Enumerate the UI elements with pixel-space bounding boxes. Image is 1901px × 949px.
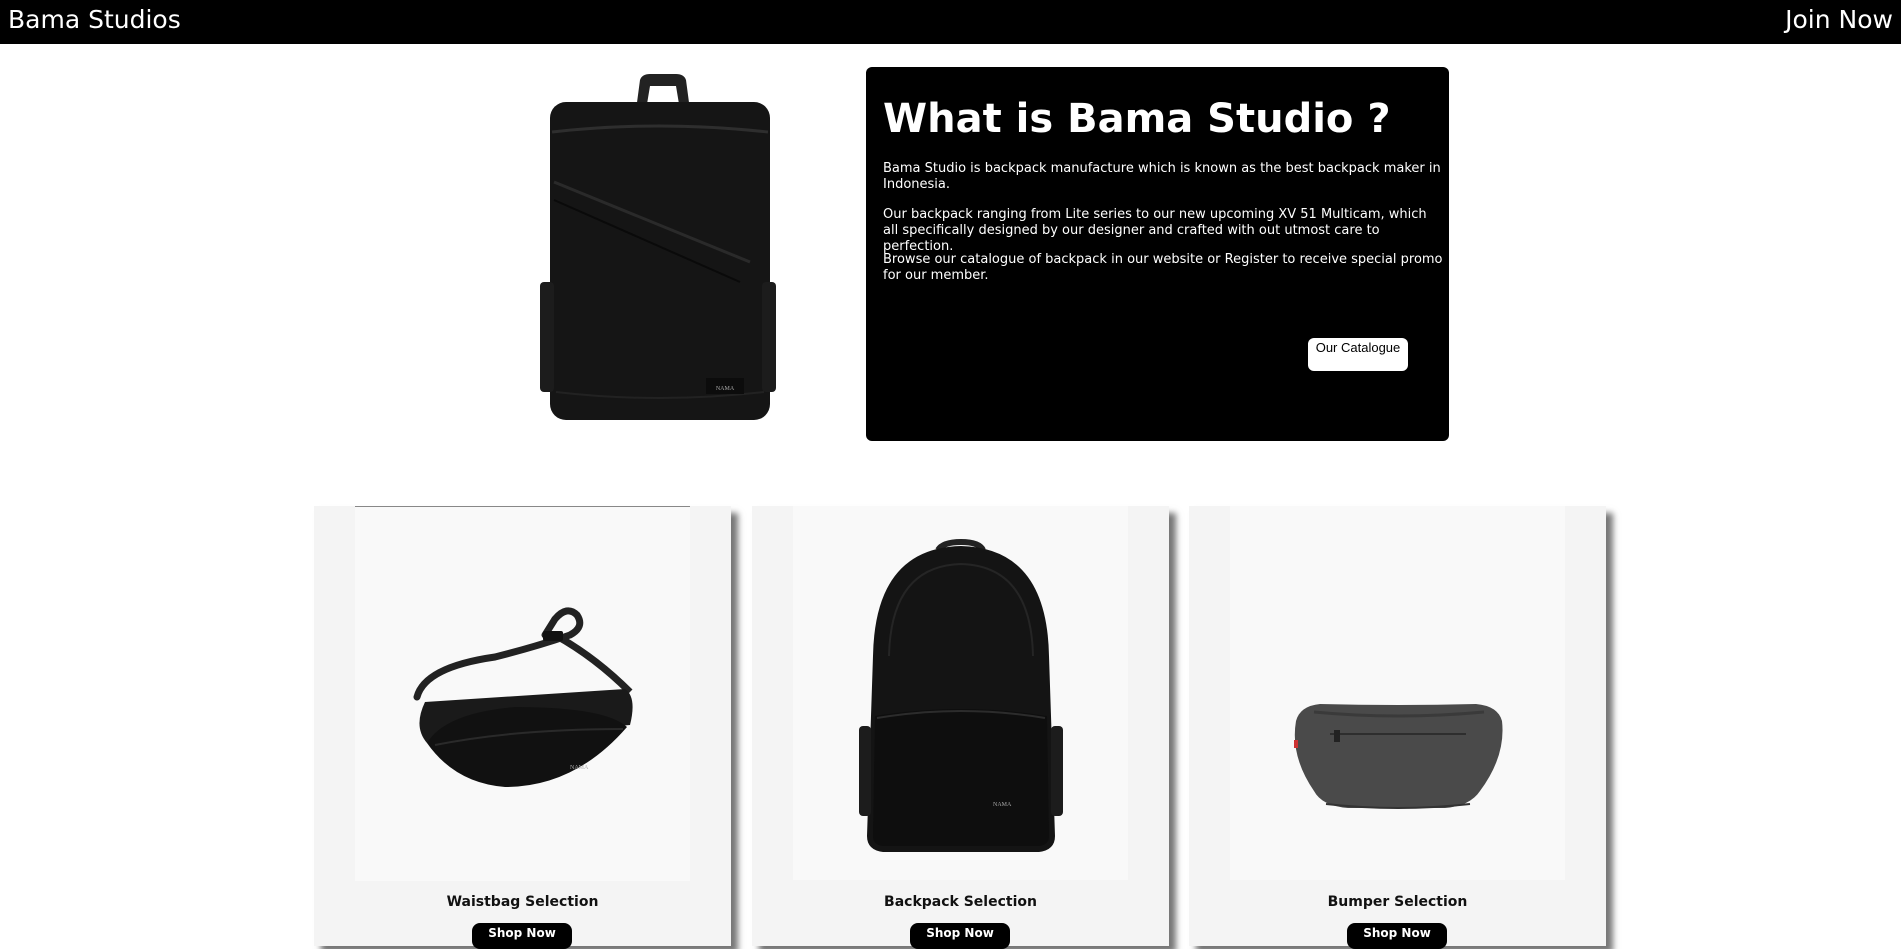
about-title: What is Bama Studio ? xyxy=(883,96,1391,142)
backpack-image[interactable]: NAMA xyxy=(793,506,1128,880)
waistbag-image[interactable]: NAMA xyxy=(355,506,690,881)
product-card-waistbag: NAMA Waistbag Selection Shop Now xyxy=(314,506,731,949)
about-paragraph-3: Browse our catalogue of backpack in our … xyxy=(883,252,1443,283)
svg-text:NAMA: NAMA xyxy=(993,802,1012,808)
hero-backpack-image: NAMA xyxy=(540,72,776,420)
shop-now-button-backpack[interactable]: Shop Now xyxy=(910,923,1010,949)
product-card-bumper: Bumper Selection Shop Now xyxy=(1189,506,1606,949)
product-title-waistbag: Waistbag Selection xyxy=(446,894,599,910)
shop-now-button-bumper[interactable]: Shop Now xyxy=(1347,923,1447,949)
product-card-backpack: NAMA Backpack Selection Shop Now xyxy=(752,506,1169,949)
join-now-link[interactable]: Join Now xyxy=(1785,5,1893,34)
about-paragraph-2: Our backpack ranging from Lite series to… xyxy=(883,207,1427,254)
svg-text:NAMA: NAMA xyxy=(570,765,589,771)
bumper-bag-image[interactable] xyxy=(1230,506,1565,880)
svg-text:NAMA: NAMA xyxy=(716,386,735,392)
shop-now-button-waistbag[interactable]: Shop Now xyxy=(472,923,572,949)
product-title-backpack: Backpack Selection xyxy=(884,894,1037,910)
our-catalogue-button[interactable]: Our Catalogue xyxy=(1308,338,1408,371)
about-panel: What is Bama Studio ? Bama Studio is bac… xyxy=(866,67,1449,441)
top-navbar: Bama Studios Join Now xyxy=(0,0,1901,44)
brand-logo-text[interactable]: Bama Studios xyxy=(8,5,181,34)
about-paragraph-1: Bama Studio is backpack manufacture whic… xyxy=(883,161,1441,192)
product-title-bumper: Bumper Selection xyxy=(1327,894,1468,910)
